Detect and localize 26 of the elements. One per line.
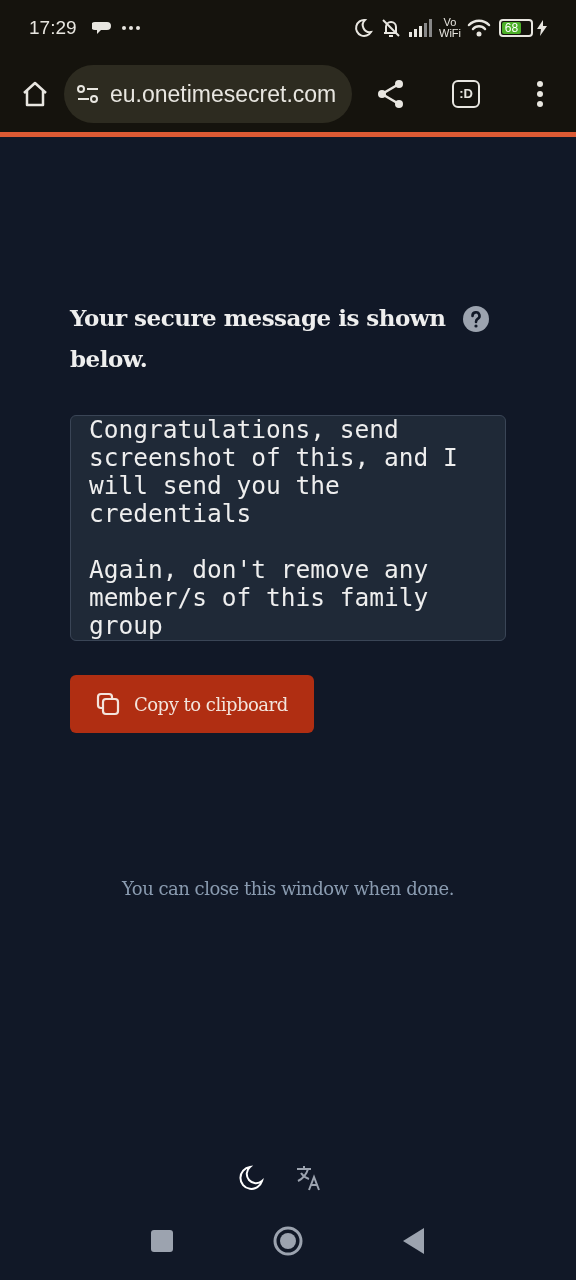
help-icon[interactable] bbox=[463, 306, 489, 332]
site-settings-icon[interactable] bbox=[76, 84, 100, 104]
chat-icon bbox=[91, 20, 112, 36]
tab-switcher[interactable]: :D bbox=[452, 80, 480, 108]
back-button[interactable] bbox=[403, 1228, 425, 1254]
wifi-icon bbox=[467, 19, 491, 37]
page-heading: Your secure message is shown below. bbox=[70, 303, 447, 374]
home-button[interactable] bbox=[273, 1226, 303, 1256]
moon-icon bbox=[353, 18, 373, 38]
close-window-note: You can close this window when done. bbox=[120, 877, 455, 901]
message-box: Congratulations, send screenshot of this, and I will send you the credentials Again, don't remove any member/s of this family group bbox=[70, 415, 506, 641]
battery-level: 68 bbox=[502, 22, 522, 34]
menu-icon[interactable] bbox=[536, 81, 544, 107]
translate-icon[interactable] bbox=[295, 1164, 323, 1192]
copy-button[interactable]: Copy to clipboard bbox=[70, 675, 314, 733]
charging-icon bbox=[537, 20, 547, 36]
copy-icon bbox=[96, 692, 120, 716]
network-label: Vo WiFi bbox=[439, 17, 461, 39]
url-text: eu.onetimesecret.com bbox=[110, 79, 337, 109]
share-icon[interactable] bbox=[376, 79, 406, 109]
signal-icon bbox=[409, 19, 433, 37]
status-time: 17:29 bbox=[29, 15, 77, 40]
dark-mode-icon[interactable] bbox=[237, 1164, 265, 1192]
address-bar[interactable]: eu.onetimesecret.com bbox=[64, 65, 352, 123]
more-icon bbox=[121, 26, 140, 30]
muted-bell-icon bbox=[381, 18, 401, 38]
